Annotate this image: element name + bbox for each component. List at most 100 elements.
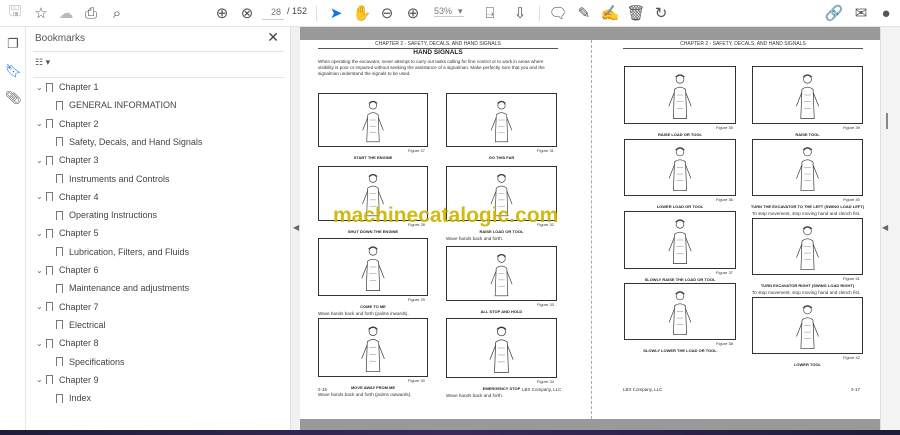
page-number: 2-17 [851,387,861,392]
bookmark-item[interactable]: Safety, Decals, and Hand Signals [56,137,202,147]
signalman-figure [489,326,514,373]
bookmark-item[interactable]: Instruments and Controls [56,174,170,184]
print-icon[interactable]: ⎙ [81,4,101,22]
chevron-down-icon[interactable]: ⌄ [36,339,46,348]
figure-number: Figure 27 [408,148,425,153]
bookmark-label: Chapter 3 [59,155,99,166]
pages-icon[interactable]: ❐ [5,36,21,52]
figure-caption: TURN THE EXCAVATOR TO THE LEFT (SWING LO… [750,204,865,209]
bookmark-chapter[interactable]: ⌄ Chapter 7 [36,302,99,312]
collapse-arrow-icon[interactable]: ◀ [293,223,299,232]
bookmark-item[interactable]: Index [56,393,91,403]
scroll-thumb[interactable] [886,113,888,129]
delete-icon[interactable]: 🗑 [626,4,646,22]
bookmark-icon [46,119,53,129]
bookmark-chapter[interactable]: ⌄ Chapter 8 [36,338,99,348]
bookmark-label: Chapter 5 [59,228,99,239]
hand-signal-illustration [752,218,863,275]
hand-signal-illustration [446,246,557,301]
signalman-figure [668,219,692,264]
figure-caption: RAISE TOOL [795,132,820,137]
bookmark-label: Lubrication, Filters, and Fluids [69,246,190,257]
zoom-in-icon[interactable]: ⊕ [403,4,423,22]
bookmark-icon [56,247,63,257]
figure-number: Figure 30 [408,378,425,383]
hand-signal-illustration [624,211,736,269]
bookmark-chapter[interactable]: ⌄ Chapter 3 [36,155,99,165]
select-cursor-icon[interactable]: ➤ [326,4,346,22]
bookmark-icon [56,174,63,183]
figure-number: Figure 33 [537,302,554,307]
bookmark-label: Chapter 7 [59,301,99,312]
bookmark-item[interactable]: Electrical [56,320,106,330]
panel-splitter[interactable]: ◀ [290,27,300,430]
bookmark-chapter[interactable]: ⌄ Chapter 1 [36,82,99,92]
bookmark-item[interactable]: Maintenance and adjustments [56,283,189,293]
bookmark-label: Chapter 6 [59,265,99,275]
divider [316,6,317,21]
page-fit-icon[interactable]: ⍈ [480,4,500,22]
page-up-icon[interactable]: ⊕ [212,4,232,22]
signalman-figure [668,74,692,119]
hand-signal-illustration [752,297,863,354]
highlight-icon[interactable]: ✎ [574,4,594,22]
upload-icon[interactable]: ☁ [56,4,76,22]
chevron-down-icon[interactable]: ⌄ [36,375,46,384]
bookmark-item[interactable]: Specifications [56,357,125,367]
hand-signal-illustration [752,139,863,196]
share-link-icon[interactable]: 🔗 [824,4,844,22]
chevron-down-icon[interactable]: ⌄ [36,229,46,238]
bookmark-icon [46,228,53,238]
rotate-icon[interactable]: ↻ [651,4,671,22]
attachments-icon[interactable]: 📎︎ [5,90,22,106]
bookmark-options-button[interactable]: ☷ ▾ [35,57,57,69]
page-number-input[interactable]: 28 [262,5,284,20]
bookmark-chapter[interactable]: ⌄ Chapter 6 [36,265,99,275]
intro-paragraph: When operating the excavator, never atte… [318,59,545,76]
sign-icon[interactable]: ✍ [600,4,620,22]
hand-icon[interactable]: ✋ [352,4,372,22]
chevron-down-icon[interactable]: ⌄ [36,156,46,165]
bookmark-item[interactable]: Operating Instructions [56,210,157,220]
zoom-out-icon[interactable]: ⊖ [377,4,397,22]
figure-caption: MOVE AWAY FROM ME [350,385,396,390]
zoom-dropdown-icon[interactable]: ▾ [458,6,463,17]
toolbar: 🖫 ☆ ☁ ⎙ ⌕ ⊕ ⊗ 28 / 152 ➤ ✋ ⊖ ⊕ 53% ▾ ⍈ ⇩… [0,0,900,27]
left-page: CHAPTER 2 - SAFETY, DECALS, AND HAND SIG… [302,40,591,419]
chevron-down-icon[interactable]: ⌄ [36,83,46,92]
star-icon[interactable]: ☆ [31,4,51,22]
chevron-down-icon[interactable]: ⌄ [36,302,46,311]
chevron-down-icon[interactable]: ⌄ [36,192,46,201]
bookmark-label: Chapter 9 [59,374,99,385]
panel-title: Bookmarks [35,33,86,44]
figure-number: Figure 35 [716,125,733,130]
page-down-icon[interactable]: ⊗ [237,4,257,22]
close-icon[interactable]: ✕ [267,29,279,46]
signalman-figure [668,147,692,191]
vertical-scrollbar[interactable]: ◀ [880,27,900,430]
bookmark-chapter[interactable]: ⌄ Chapter 9 [36,375,99,385]
chevron-down-icon[interactable]: ⌄ [36,119,46,128]
comment-icon[interactable]: 🗨 [548,4,568,22]
scroll-mode-icon[interactable]: ⇩ [510,4,530,22]
save-icon[interactable]: 🖫 [5,3,25,22]
page-header: CHAPTER 2 - SAFETY, DECALS, AND HAND SIG… [318,41,558,49]
zoom-search-icon[interactable]: ⌕ [107,4,127,22]
bookmark-item[interactable]: GENERAL INFORMATION [56,100,177,110]
bookmark-item[interactable]: Lubrication, Filters, and Fluids [56,247,189,257]
bookmark-chapter[interactable]: ⌄ Chapter 4 [36,192,99,202]
bookmark-chapter[interactable]: ⌄ Chapter 5 [36,228,99,238]
signalman-figure [362,100,384,143]
bookmark-chapter[interactable]: ⌄ Chapter 2 [36,119,99,129]
figure-description: Wave hands back and forth. [446,393,504,398]
hand-signal-illustration [446,93,557,147]
bookmarks-icon[interactable]: 🔖︎ [5,63,22,79]
figure-caption: LOWER LOAD OR TOOL [656,204,704,209]
email-icon[interactable]: ✉ [851,4,871,22]
expand-arrow-icon[interactable]: ◀ [882,223,888,232]
signalman-figure [490,100,513,143]
account-icon[interactable]: ● [876,4,896,22]
chevron-down-icon[interactable]: ⌄ [36,266,46,275]
figure-number: Figure 31 [537,148,554,153]
bookmark-icon [56,100,63,110]
